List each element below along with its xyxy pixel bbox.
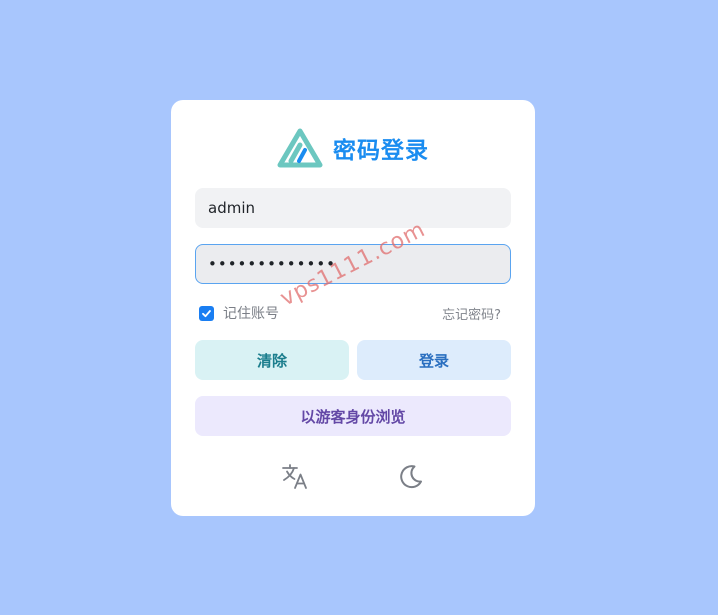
- forgot-password-link[interactable]: 忘记密码?: [442, 304, 501, 323]
- login-page: 密码登录 记住账号 忘记密码? 清除 登录 以游客身份浏览: [0, 0, 718, 615]
- password-input[interactable]: [195, 244, 511, 284]
- moon-icon[interactable]: [395, 460, 427, 492]
- triangle-logo-icon: [277, 128, 323, 168]
- card-header: 密码登录: [171, 126, 535, 170]
- translate-icon[interactable]: [279, 460, 311, 492]
- remember-label: 记住账号: [223, 306, 279, 322]
- login-button[interactable]: 登录: [357, 340, 511, 380]
- page-title: 密码登录: [333, 138, 429, 164]
- username-input[interactable]: [195, 188, 511, 228]
- login-card: 密码登录 记住账号 忘记密码? 清除 登录 以游客身份浏览: [171, 100, 535, 516]
- clear-button[interactable]: 清除: [195, 340, 349, 380]
- check-icon: [202, 309, 211, 317]
- remember-checkbox[interactable]: [199, 305, 214, 321]
- guest-browse-button[interactable]: 以游客身份浏览: [195, 396, 511, 436]
- remember-account-toggle[interactable]: 记住账号: [199, 303, 279, 323]
